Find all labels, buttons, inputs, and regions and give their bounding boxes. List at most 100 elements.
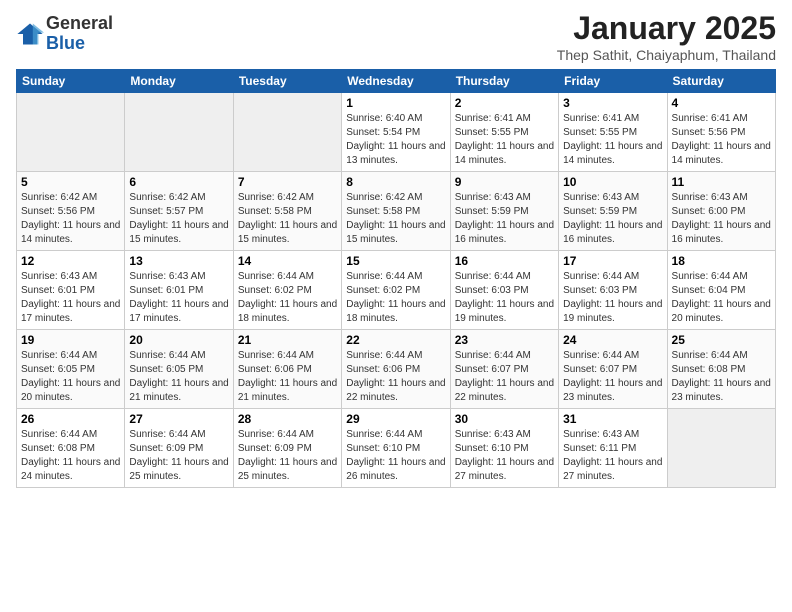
day-detail: Sunrise: 6:43 AMSunset: 6:00 PMDaylight:…: [672, 191, 771, 247]
day-detail: Sunrise: 6:43 AMSunset: 6:10 PMDaylight:…: [455, 428, 554, 484]
calendar-cell: 22Sunrise: 6:44 AMSunset: 6:06 PMDayligh…: [342, 330, 450, 409]
calendar-cell: 20 Sunrise: 6:44 AMSunset: 6:05 PMDayligh…: [125, 330, 233, 409]
day-number: 25: [672, 333, 771, 347]
calendar-cell: 21 Sunrise: 6:44 AMSunset: 6:06 PMDayligh…: [233, 330, 341, 409]
logo: General Blue: [16, 14, 113, 54]
logo-text: General Blue: [46, 14, 113, 54]
logo-icon: [16, 20, 44, 48]
day-detail: Sunrise: 6:44 AMSunset: 6:09 PMDaylight:…: [129, 428, 228, 484]
calendar-cell: 1 Sunrise: 6:40 AMSunset: 5:54 PMDaylight…: [342, 93, 450, 172]
calendar-cell: 29 Sunrise: 6:44 AMSunset: 6:10 PMDayligh…: [342, 409, 450, 488]
weekday-header-sunday: Sunday: [17, 70, 125, 93]
title-block: January 2025 Thep Sathit, Chaiyaphum, Th…: [557, 10, 776, 63]
day-number: 5: [21, 175, 120, 189]
calendar-cell: [233, 93, 341, 172]
day-detail: Sunrise: 6:42 AMSunset: 5:58 PMDaylight:…: [346, 191, 445, 247]
day-detail: Sunrise: 6:42 AMSunset: 5:56 PMDaylight:…: [21, 191, 120, 247]
day-number: 8: [346, 175, 445, 189]
day-number: 18: [672, 254, 771, 268]
calendar-cell: 5 Sunrise: 6:42 AMSunset: 5:56 PMDaylight…: [17, 172, 125, 251]
day-detail: Sunrise: 6:44 AMSunset: 6:05 PMDaylight:…: [129, 349, 228, 405]
calendar-cell: 11 Sunrise: 6:43 AMSunset: 6:00 PMDayligh…: [667, 172, 775, 251]
calendar-cell: 25 Sunrise: 6:44 AMSunset: 6:08 PMDayligh…: [667, 330, 775, 409]
day-detail: Sunrise: 6:43 AMSunset: 6:01 PMDaylight:…: [129, 270, 228, 326]
day-detail: Sunrise: 6:41 AMSunset: 5:55 PMDaylight:…: [563, 112, 662, 168]
weekday-header-monday: Monday: [125, 70, 233, 93]
day-detail: Sunrise: 6:44 AMSunset: 6:09 PMDaylight:…: [238, 428, 337, 484]
week-row-2: 5 Sunrise: 6:42 AMSunset: 5:56 PMDaylight…: [17, 172, 776, 251]
calendar: SundayMondayTuesdayWednesdayThursdayFrid…: [16, 69, 776, 488]
day-detail: Sunrise: 6:40 AMSunset: 5:54 PMDaylight:…: [346, 112, 445, 168]
week-row-5: 26Sunrise: 6:44 AMSunset: 6:08 PMDayligh…: [17, 409, 776, 488]
weekday-header-friday: Friday: [559, 70, 667, 93]
day-number: 16: [455, 254, 554, 268]
day-number: 13: [129, 254, 228, 268]
day-number: 6: [129, 175, 228, 189]
day-detail: Sunrise: 6:44 AMSunset: 6:05 PMDaylight:…: [21, 349, 120, 405]
calendar-cell: 12Sunrise: 6:43 AMSunset: 6:01 PMDayligh…: [17, 251, 125, 330]
logo-general: General: [46, 14, 113, 34]
day-number: 22: [346, 333, 445, 347]
weekday-header-wednesday: Wednesday: [342, 70, 450, 93]
calendar-cell: 16 Sunrise: 6:44 AMSunset: 6:03 PMDayligh…: [450, 251, 558, 330]
day-detail: Sunrise: 6:44 AMSunset: 6:10 PMDaylight:…: [346, 428, 445, 484]
day-detail: Sunrise: 6:44 AMSunset: 6:02 PMDaylight:…: [238, 270, 337, 326]
day-detail: Sunrise: 6:43 AMSunset: 6:11 PMDaylight:…: [563, 428, 662, 484]
day-number: 7: [238, 175, 337, 189]
calendar-cell: 6 Sunrise: 6:42 AMSunset: 5:57 PMDaylight…: [125, 172, 233, 251]
calendar-cell: 26Sunrise: 6:44 AMSunset: 6:08 PMDayligh…: [17, 409, 125, 488]
calendar-cell: 2Sunrise: 6:41 AMSunset: 5:55 PMDaylight…: [450, 93, 558, 172]
day-detail: Sunrise: 6:44 AMSunset: 6:02 PMDaylight:…: [346, 270, 445, 326]
day-detail: Sunrise: 6:44 AMSunset: 6:04 PMDaylight:…: [672, 270, 771, 326]
day-number: 10: [563, 175, 662, 189]
day-number: 1: [346, 96, 445, 110]
day-detail: Sunrise: 6:44 AMSunset: 6:03 PMDaylight:…: [563, 270, 662, 326]
day-number: 15: [346, 254, 445, 268]
calendar-cell: 14 Sunrise: 6:44 AMSunset: 6:02 PMDayligh…: [233, 251, 341, 330]
day-detail: Sunrise: 6:43 AMSunset: 5:59 PMDaylight:…: [563, 191, 662, 247]
day-detail: Sunrise: 6:42 AMSunset: 5:58 PMDaylight:…: [238, 191, 337, 247]
day-detail: Sunrise: 6:44 AMSunset: 6:03 PMDaylight:…: [455, 270, 554, 326]
calendar-cell: 13 Sunrise: 6:43 AMSunset: 6:01 PMDayligh…: [125, 251, 233, 330]
calendar-cell: 19 Sunrise: 6:44 AMSunset: 6:05 PMDayligh…: [17, 330, 125, 409]
day-number: 21: [238, 333, 337, 347]
location-title: Thep Sathit, Chaiyaphum, Thailand: [557, 47, 776, 63]
day-number: 23: [455, 333, 554, 347]
day-number: 28: [238, 412, 337, 426]
calendar-cell: 24Sunrise: 6:44 AMSunset: 6:07 PMDayligh…: [559, 330, 667, 409]
day-number: 26: [21, 412, 120, 426]
day-number: 29: [346, 412, 445, 426]
day-detail: Sunrise: 6:44 AMSunset: 6:07 PMDaylight:…: [563, 349, 662, 405]
calendar-cell: 3Sunrise: 6:41 AMSunset: 5:55 PMDaylight…: [559, 93, 667, 172]
week-row-3: 12Sunrise: 6:43 AMSunset: 6:01 PMDayligh…: [17, 251, 776, 330]
calendar-cell: 8 Sunrise: 6:42 AMSunset: 5:58 PMDaylight…: [342, 172, 450, 251]
calendar-cell: 7 Sunrise: 6:42 AMSunset: 5:58 PMDaylight…: [233, 172, 341, 251]
day-number: 2: [455, 96, 554, 110]
weekday-header-row: SundayMondayTuesdayWednesdayThursdayFrid…: [17, 70, 776, 93]
weekday-header-tuesday: Tuesday: [233, 70, 341, 93]
day-detail: Sunrise: 6:44 AMSunset: 6:08 PMDaylight:…: [672, 349, 771, 405]
day-detail: Sunrise: 6:44 AMSunset: 6:07 PMDaylight:…: [455, 349, 554, 405]
calendar-cell: 23 Sunrise: 6:44 AMSunset: 6:07 PMDayligh…: [450, 330, 558, 409]
page: General Blue January 2025 Thep Sathit, C…: [0, 0, 792, 612]
calendar-cell: 31Sunrise: 6:43 AMSunset: 6:11 PMDayligh…: [559, 409, 667, 488]
calendar-cell: 10 Sunrise: 6:43 AMSunset: 5:59 PMDayligh…: [559, 172, 667, 251]
day-number: 20: [129, 333, 228, 347]
calendar-cell: [17, 93, 125, 172]
day-detail: Sunrise: 6:44 AMSunset: 6:06 PMDaylight:…: [238, 349, 337, 405]
day-number: 27: [129, 412, 228, 426]
day-number: 11: [672, 175, 771, 189]
day-number: 14: [238, 254, 337, 268]
weekday-header-thursday: Thursday: [450, 70, 558, 93]
calendar-cell: 27 Sunrise: 6:44 AMSunset: 6:09 PMDayligh…: [125, 409, 233, 488]
week-row-4: 19 Sunrise: 6:44 AMSunset: 6:05 PMDayligh…: [17, 330, 776, 409]
calendar-cell: [125, 93, 233, 172]
day-detail: Sunrise: 6:42 AMSunset: 5:57 PMDaylight:…: [129, 191, 228, 247]
day-detail: Sunrise: 6:41 AMSunset: 5:56 PMDaylight:…: [672, 112, 771, 168]
calendar-cell: 17 Sunrise: 6:44 AMSunset: 6:03 PMDayligh…: [559, 251, 667, 330]
day-number: 17: [563, 254, 662, 268]
calendar-cell: 30Sunrise: 6:43 AMSunset: 6:10 PMDayligh…: [450, 409, 558, 488]
calendar-cell: 28 Sunrise: 6:44 AMSunset: 6:09 PMDayligh…: [233, 409, 341, 488]
day-number: 19: [21, 333, 120, 347]
calendar-cell: 15 Sunrise: 6:44 AMSunset: 6:02 PMDayligh…: [342, 251, 450, 330]
